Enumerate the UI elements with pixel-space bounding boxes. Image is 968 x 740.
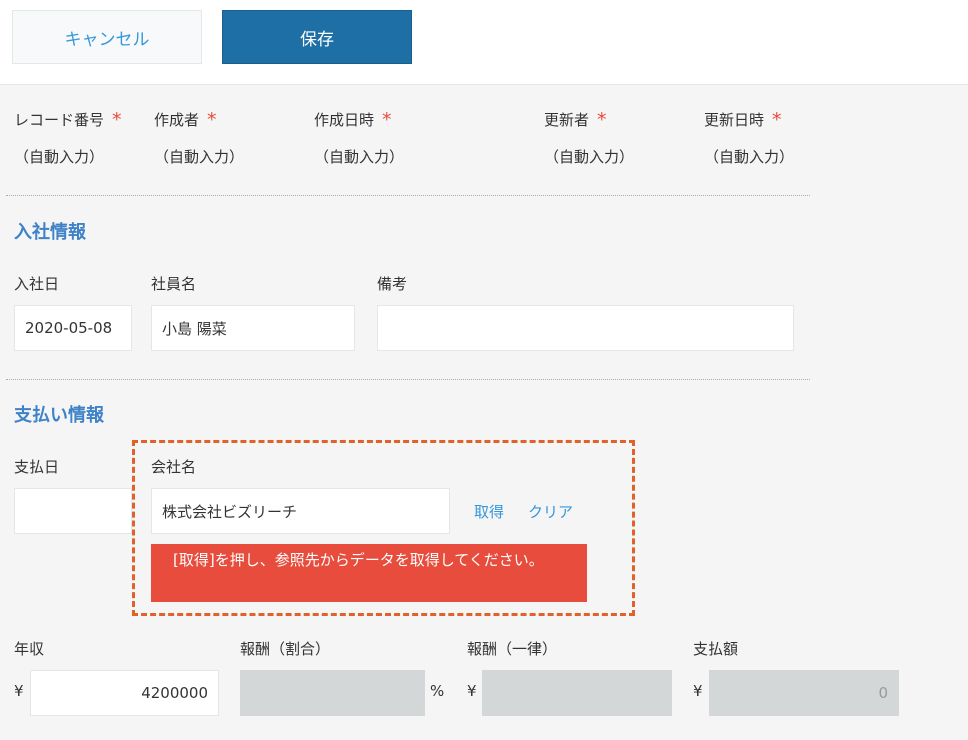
creator-value: （自動入力） xyxy=(154,148,245,166)
employee-name-label: 社員名 xyxy=(151,275,197,293)
payment-amount-input: 0 xyxy=(709,670,899,716)
reward-flat-currency: ¥ xyxy=(467,682,477,700)
required-mark: * xyxy=(597,109,607,131)
notes-input[interactable] xyxy=(377,305,794,351)
join-date-label: 入社日 xyxy=(14,275,60,293)
save-button[interactable]: 保存 xyxy=(222,10,412,64)
join-date-input[interactable]: 2020-05-08 xyxy=(14,305,132,351)
reward-rate-label: 報酬（割合） xyxy=(240,640,331,658)
section-divider xyxy=(6,195,810,196)
company-name-input[interactable]: 株式会社ビズリーチ xyxy=(151,488,450,534)
annual-income-label: 年収 xyxy=(14,640,45,658)
notes-label: 備考 xyxy=(377,275,408,293)
updater-label: 更新者 * xyxy=(544,109,607,131)
required-mark: * xyxy=(207,109,217,131)
record-number-label: レコード番号 * xyxy=(14,109,122,131)
updated-at-value: （自動入力） xyxy=(704,148,795,166)
payment-amount-label: 支払額 xyxy=(693,640,739,658)
company-name-label: 会社名 xyxy=(151,458,197,476)
updater-value: （自動入力） xyxy=(544,148,635,166)
updated-at-label: 更新日時 * xyxy=(704,109,782,131)
annual-income-input[interactable]: 4200000 xyxy=(30,670,219,716)
required-mark: * xyxy=(772,109,782,131)
employee-name-input[interactable]: 小島 陽菜 xyxy=(151,305,355,351)
clear-link[interactable]: クリア xyxy=(528,501,573,522)
section-divider xyxy=(6,379,810,380)
created-at-label: 作成日時 * xyxy=(314,109,392,131)
toolbar: キャンセル 保存 xyxy=(0,0,968,85)
section-title-payment: 支払い情報 xyxy=(14,405,104,426)
record-number-value: （自動入力） xyxy=(14,148,105,166)
reward-flat-input xyxy=(482,670,672,716)
payment-date-input[interactable] xyxy=(14,488,132,534)
payment-date-label: 支払日 xyxy=(14,458,60,476)
cancel-button[interactable]: キャンセル xyxy=(12,10,202,64)
creator-label: 作成者 * xyxy=(154,109,217,131)
required-mark: * xyxy=(112,109,122,131)
required-mark: * xyxy=(382,109,392,131)
error-message: [取得]を押し、参照先からデータを取得してください。 xyxy=(151,544,587,602)
reward-rate-input xyxy=(240,670,425,716)
payment-amount-currency: ¥ xyxy=(693,682,703,700)
reward-rate-percent: % xyxy=(430,682,445,700)
created-at-value: （自動入力） xyxy=(314,148,405,166)
section-title-joining: 入社情報 xyxy=(14,222,86,243)
annual-income-currency: ¥ xyxy=(14,682,24,700)
fetch-link[interactable]: 取得 xyxy=(474,501,504,522)
reward-flat-label: 報酬（一律） xyxy=(467,640,558,658)
